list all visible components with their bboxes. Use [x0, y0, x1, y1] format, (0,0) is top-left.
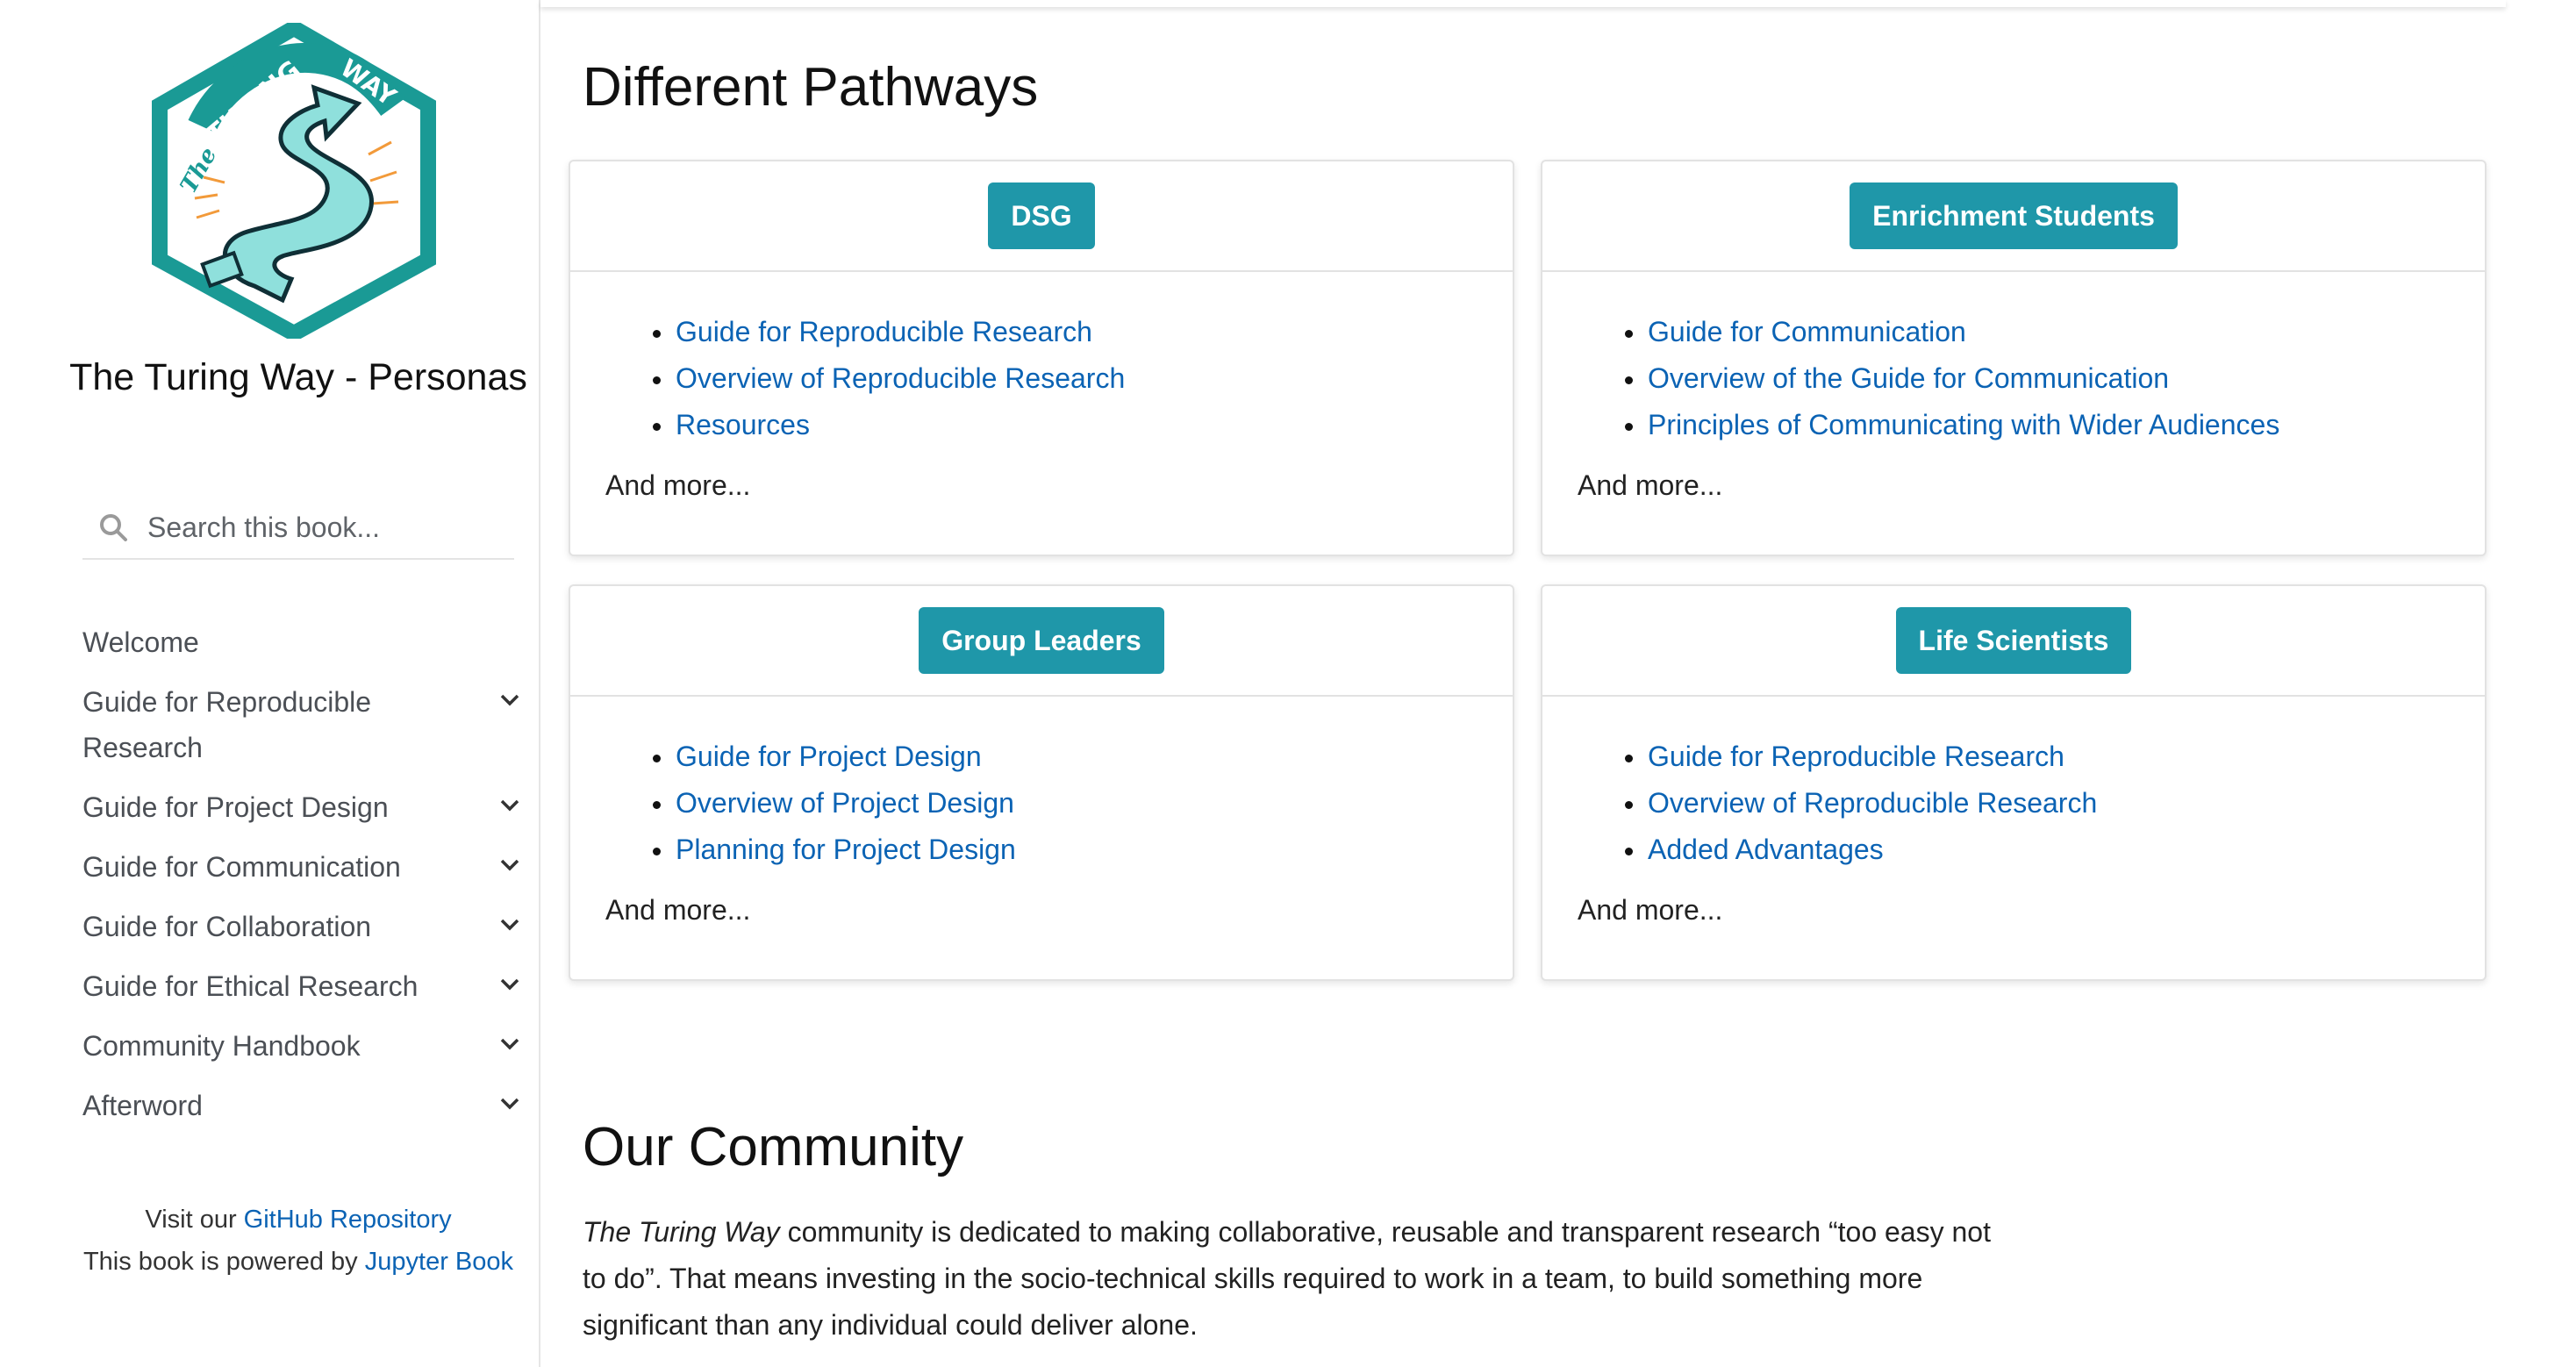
list-item: Resources	[653, 402, 1513, 448]
sidebar-item-label[interactable]: Guide for Reproducible Research	[82, 679, 451, 770]
chevron-down-icon[interactable]	[498, 797, 521, 814]
search-icon	[100, 514, 127, 541]
card-link[interactable]: Guide for Project Design	[676, 741, 982, 772]
sidebar-item-label[interactable]: Guide for Project Design	[82, 784, 451, 830]
card-header: Life Scientists	[1542, 586, 2485, 697]
chevron-down-icon[interactable]	[498, 1095, 521, 1113]
pathway-card-group-leaders: Group Leaders Guide for Project Design O…	[569, 584, 1514, 981]
powered-line: This book is powered by Jupyter Book	[82, 1241, 514, 1283]
card-link[interactable]: Guide for Communication	[1648, 316, 1966, 347]
list-item: Guide for Reproducible Research	[653, 309, 1513, 355]
visit-line: Visit our GitHub Repository	[82, 1199, 514, 1241]
chevron-down-icon[interactable]	[498, 856, 521, 874]
search-box[interactable]	[82, 497, 514, 560]
card-link[interactable]: Principles of Communicating with Wider A…	[1648, 409, 2279, 440]
card-link[interactable]: Resources	[676, 409, 810, 440]
turing-way-logo[interactable]: TURING WAY The	[151, 18, 437, 343]
list-item: Planning for Project Design	[653, 827, 1513, 873]
community-text-body: community is dedicated to making collabo…	[583, 1216, 1991, 1341]
and-more-text: And more...	[1578, 894, 1723, 926]
sidebar-footer: Visit our GitHub Repository This book is…	[82, 1199, 514, 1283]
top-bar	[540, 0, 2506, 7]
card-link[interactable]: Overview of Reproducible Research	[1648, 787, 2097, 819]
list-item: Guide for Communication	[1625, 309, 2485, 355]
dsg-button[interactable]: DSG	[988, 183, 1095, 249]
chevron-down-icon[interactable]	[498, 1035, 521, 1053]
sidebar: TURING WAY The The Turing Way - Personas…	[0, 0, 540, 1367]
search-input[interactable]	[147, 511, 498, 544]
sidebar-item-reproducible-research[interactable]: Guide for Reproducible Research	[82, 679, 530, 770]
chevron-down-icon[interactable]	[498, 691, 521, 709]
sidebar-item-ethical-research[interactable]: Guide for Ethical Research	[82, 963, 530, 1009]
card-header: Group Leaders	[570, 586, 1513, 697]
community-paragraph: The Turing Way community is dedicated to…	[583, 1209, 2021, 1349]
sidebar-nav: Welcome Guide for Reproducible Research …	[82, 619, 539, 1142]
card-link[interactable]: Planning for Project Design	[676, 834, 1016, 865]
jupyter-book-link[interactable]: Jupyter Book	[365, 1248, 513, 1276]
sidebar-item-communication[interactable]: Guide for Communication	[82, 844, 530, 890]
and-more-text: And more...	[605, 469, 751, 501]
pathway-card-enrichment-students: Enrichment Students Guide for Communicat…	[1541, 160, 2487, 556]
sidebar-item-community-handbook[interactable]: Community Handbook	[82, 1023, 530, 1069]
card-header: DSG	[570, 161, 1513, 272]
list-item: Guide for Reproducible Research	[1625, 734, 2485, 780]
card-link-list: Guide for Reproducible Research Overview…	[1542, 734, 2485, 873]
pathway-card-life-scientists: Life Scientists Guide for Reproducible R…	[1541, 584, 2487, 981]
sidebar-item-welcome[interactable]: Welcome	[82, 619, 530, 665]
card-link[interactable]: Guide for Reproducible Research	[676, 316, 1092, 347]
sidebar-item-label[interactable]: Guide for Communication	[82, 844, 451, 890]
card-link[interactable]: Overview of Project Design	[676, 787, 1014, 819]
pathways-heading: Different Pathways	[583, 57, 1039, 118]
github-repository-link[interactable]: GitHub Repository	[244, 1206, 452, 1234]
sidebar-item-collaboration[interactable]: Guide for Collaboration	[82, 904, 530, 949]
sidebar-item-label[interactable]: Guide for Ethical Research	[82, 963, 451, 1009]
list-item: Guide for Project Design	[653, 734, 1513, 780]
card-link[interactable]: Guide for Reproducible Research	[1648, 741, 2064, 772]
list-item: Principles of Communicating with Wider A…	[1625, 402, 2485, 448]
list-item: Overview of Reproducible Research	[1625, 780, 2485, 827]
sidebar-item-label[interactable]: Community Handbook	[82, 1023, 451, 1069]
sidebar-item-label[interactable]: Afterword	[82, 1083, 451, 1128]
main-content: Different Pathways DSG Guide for Reprodu…	[540, 0, 2576, 1367]
visit-prefix: Visit our	[145, 1206, 244, 1234]
sidebar-item-label[interactable]: Guide for Collaboration	[82, 904, 451, 949]
card-link[interactable]: Added Advantages	[1648, 834, 1884, 865]
card-link-list: Guide for Reproducible Research Overview…	[570, 309, 1513, 448]
list-item: Added Advantages	[1625, 827, 2485, 873]
sidebar-item-project-design[interactable]: Guide for Project Design	[82, 784, 530, 830]
and-more-text: And more...	[1578, 469, 1723, 501]
community-heading: Our Community	[583, 1117, 964, 1177]
list-item: Overview of Reproducible Research	[653, 355, 1513, 402]
chevron-down-icon[interactable]	[498, 916, 521, 934]
turing-way-emphasis: The Turing Way	[583, 1216, 780, 1248]
sidebar-item-label[interactable]: Welcome	[82, 619, 451, 665]
card-header: Enrichment Students	[1542, 161, 2485, 272]
sidebar-item-afterword[interactable]: Afterword	[82, 1083, 530, 1128]
card-link[interactable]: Overview of Reproducible Research	[676, 362, 1125, 394]
card-link[interactable]: Overview of the Guide for Communication	[1648, 362, 2169, 394]
pathway-card-dsg: DSG Guide for Reproducible Research Over…	[569, 160, 1514, 556]
powered-prefix: This book is powered by	[82, 1248, 365, 1276]
card-link-list: Guide for Project Design Overview of Pro…	[570, 734, 1513, 873]
and-more-text: And more...	[605, 894, 751, 926]
list-item: Overview of Project Design	[653, 780, 1513, 827]
card-link-list: Guide for Communication Overview of the …	[1542, 309, 2485, 448]
enrichment-students-button[interactable]: Enrichment Students	[1850, 183, 2178, 249]
list-item: Overview of the Guide for Communication	[1625, 355, 2485, 402]
book-title[interactable]: The Turing Way - Personas	[53, 354, 544, 400]
life-scientists-button[interactable]: Life Scientists	[1895, 607, 2132, 674]
chevron-down-icon[interactable]	[498, 976, 521, 993]
group-leaders-button[interactable]: Group Leaders	[919, 607, 1164, 674]
